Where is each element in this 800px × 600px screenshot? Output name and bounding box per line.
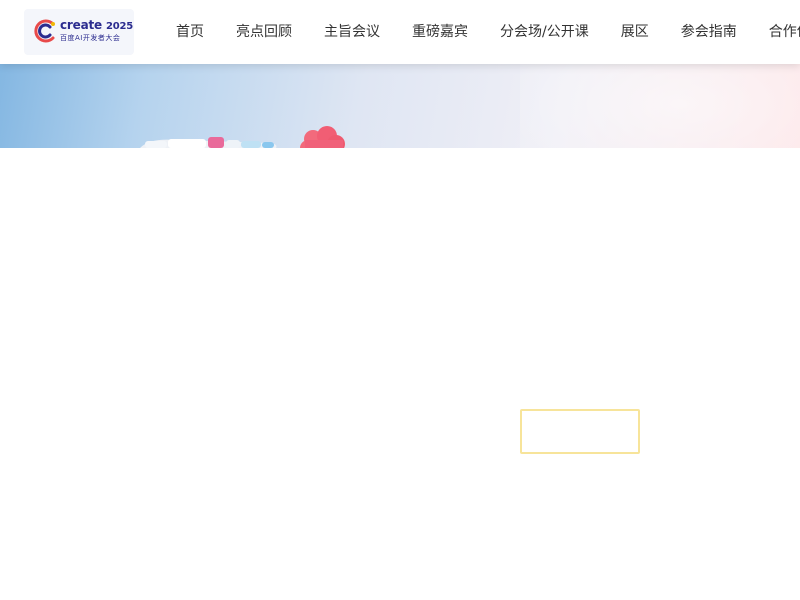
logo-subtitle: 百度AI开发者大会	[60, 34, 121, 42]
logo-wordmark: create 2025	[60, 18, 133, 32]
nav-item-sessions[interactable]: 分会场/公开课	[484, 0, 605, 64]
nav-item-keynote[interactable]: 主旨会议	[308, 0, 396, 64]
hero-cta-button[interactable]	[520, 409, 640, 454]
nav-item-guests[interactable]: 重磅嘉宾	[396, 0, 484, 64]
logo-wordmark-text: create	[60, 18, 102, 32]
nav-item-guide[interactable]: 参会指南	[665, 0, 753, 64]
create-2025-logo[interactable]: create 2025 百度AI开发者大会	[24, 9, 134, 55]
nav-item-highlights[interactable]: 亮点回顾	[220, 0, 308, 64]
create-logo-icon	[34, 19, 55, 43]
main-nav: 首页 亮点回顾 主旨会议 重磅嘉宾 分会场/公开课 展区 参会指南 合作伙伴	[160, 0, 800, 64]
logo-year: 2025	[105, 21, 133, 32]
hero-art	[140, 126, 345, 148]
hero-banner	[0, 64, 800, 148]
bracelet-decoration	[140, 137, 277, 148]
clover-decoration	[300, 126, 345, 148]
nav-item-partners[interactable]: 合作伙伴	[753, 0, 800, 64]
nav-item-home[interactable]: 首页	[160, 0, 220, 64]
site-header: create 2025 百度AI开发者大会 首页 亮点回顾 主旨会议 重磅嘉宾 …	[0, 0, 800, 64]
nav-item-exhibition[interactable]: 展区	[605, 0, 665, 64]
